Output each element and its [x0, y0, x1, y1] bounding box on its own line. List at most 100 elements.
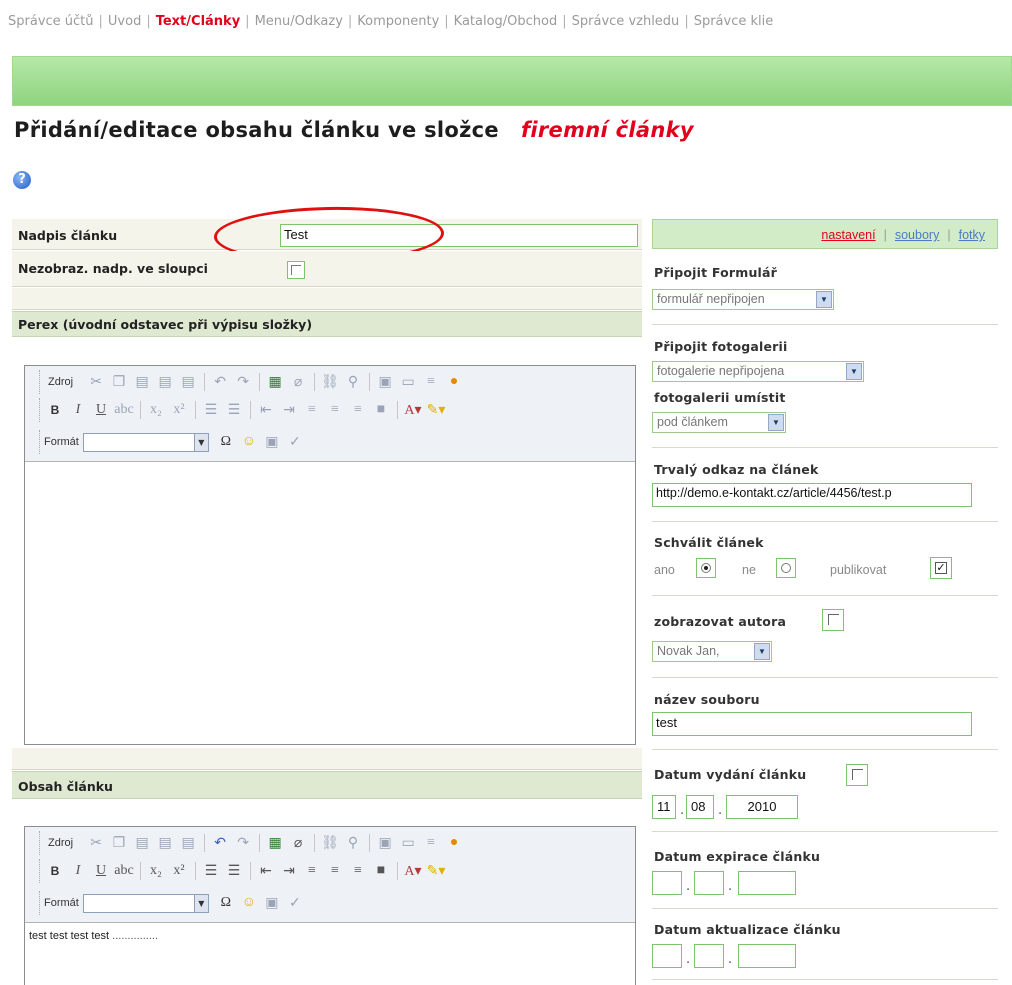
tab-photos[interactable]: fotky	[959, 228, 985, 242]
paste-icon[interactable]: ▤	[131, 833, 153, 853]
publish-checkbox[interactable]: ✓	[930, 557, 952, 579]
undo-icon[interactable]: ↶	[209, 833, 231, 853]
source-button[interactable]: Zdroj	[44, 374, 77, 390]
align-right-icon[interactable]: ≡	[347, 400, 369, 420]
outdent-icon[interactable]: ⇤	[255, 861, 277, 881]
italic-icon[interactable]: I	[67, 400, 89, 420]
bold-icon[interactable]: B	[44, 861, 66, 881]
underline-icon[interactable]: U	[90, 400, 112, 420]
bg-color-icon[interactable]: ✎▾	[425, 861, 447, 881]
align-right-icon[interactable]: ≡	[347, 861, 369, 881]
paste-text-icon[interactable]: ▤	[154, 372, 176, 392]
paste-text-icon[interactable]: ▤	[154, 833, 176, 853]
special-icon[interactable]: ●	[443, 833, 465, 853]
hr-icon[interactable]: ≡	[420, 833, 442, 853]
gallery-select[interactable]: fotogalerie nepřipojena ▼	[652, 361, 864, 382]
special-icon[interactable]: ●	[443, 372, 465, 392]
underline-icon[interactable]: U	[90, 861, 112, 881]
cut-icon[interactable]: ✂	[85, 372, 107, 392]
box-icon[interactable]: ▣	[261, 432, 283, 452]
release-year-input[interactable]: 2010	[726, 795, 798, 819]
table-icon[interactable]: ▦	[264, 833, 286, 853]
tab-settings[interactable]: nastavení	[821, 228, 875, 242]
release-month-input[interactable]: 08	[686, 795, 714, 819]
omega-icon[interactable]: Ω	[215, 893, 237, 913]
check-icon[interactable]: ✓	[284, 432, 306, 452]
table-icon[interactable]: ▦	[264, 372, 286, 392]
paste-word-icon[interactable]: ▤	[177, 372, 199, 392]
hr-icon[interactable]: ≡	[420, 372, 442, 392]
content-editor-body[interactable]: test test test test ...............	[25, 924, 635, 948]
link-icon[interactable]: ⛓	[319, 372, 341, 392]
justify-icon[interactable]: ■	[370, 861, 392, 881]
format-select[interactable]: ▼	[82, 893, 209, 913]
release-date-checkbox[interactable]	[846, 764, 868, 786]
filename-input[interactable]: test	[652, 712, 972, 736]
expire-month-input[interactable]	[694, 871, 724, 895]
source-button[interactable]: Zdroj	[44, 835, 77, 851]
superscript-icon[interactable]: x²	[168, 400, 190, 420]
strike-icon[interactable]: abc	[113, 400, 135, 420]
link-icon[interactable]: ⛓	[319, 833, 341, 853]
smiley-icon[interactable]: ☺	[238, 893, 260, 913]
approve-yes-radio[interactable]	[696, 558, 716, 578]
expire-day-input[interactable]	[652, 871, 682, 895]
update-day-input[interactable]	[652, 944, 682, 968]
smiley-icon[interactable]: ☺	[238, 432, 260, 452]
bullet-list-icon[interactable]: ☰	[223, 400, 245, 420]
superscript-icon[interactable]: x²	[168, 861, 190, 881]
redo-icon[interactable]: ↷	[232, 372, 254, 392]
image-icon[interactable]: ▣	[374, 372, 396, 392]
flash-icon[interactable]: ▭	[397, 833, 419, 853]
undo-icon[interactable]: ↶	[209, 372, 231, 392]
ordered-list-icon[interactable]: ☰	[200, 400, 222, 420]
align-center-icon[interactable]: ≡	[324, 861, 346, 881]
nav-item-articles[interactable]: Text/Články	[156, 14, 240, 29]
nav-item-components[interactable]: Komponenty	[357, 14, 439, 29]
cut-icon[interactable]: ✂	[85, 833, 107, 853]
tab-files[interactable]: soubory	[895, 228, 939, 242]
text-color-icon[interactable]: A▾	[402, 400, 424, 420]
nav-item-home[interactable]: Úvod	[108, 14, 141, 29]
expire-year-input[interactable]	[738, 871, 796, 895]
show-author-checkbox[interactable]	[822, 609, 844, 631]
indent-icon[interactable]: ⇥	[278, 400, 300, 420]
paste-word-icon[interactable]: ▤	[177, 833, 199, 853]
box-icon[interactable]: ▣	[261, 893, 283, 913]
paste-icon[interactable]: ▤	[131, 372, 153, 392]
nav-item-menu[interactable]: Menu/Odkazy	[255, 14, 343, 29]
permalink-input[interactable]: http://demo.e-kontakt.cz/article/4456/te…	[652, 483, 972, 507]
subscript-icon[interactable]: x₂	[145, 400, 167, 420]
format-select[interactable]: ▼	[82, 432, 209, 452]
align-left-icon[interactable]: ≡	[301, 400, 323, 420]
nav-item-theme[interactable]: Správce vzhledu	[572, 14, 680, 29]
omega-icon[interactable]: Ω	[215, 432, 237, 452]
strike-icon[interactable]: abc	[113, 861, 135, 881]
nav-item-accounts[interactable]: Správce účtů	[8, 14, 94, 29]
check-icon[interactable]: ✓	[284, 893, 306, 913]
bold-icon[interactable]: B	[44, 400, 66, 420]
copy-icon[interactable]: ❐	[108, 833, 130, 853]
eraser-icon[interactable]: ⌀	[287, 372, 309, 392]
release-day-input[interactable]: 11	[652, 795, 676, 819]
copy-icon[interactable]: ❐	[108, 372, 130, 392]
text-color-icon[interactable]: A▾	[402, 861, 424, 881]
hide-title-checkbox[interactable]	[287, 261, 305, 279]
update-month-input[interactable]	[694, 944, 724, 968]
nav-item-clients[interactable]: Správce klie	[694, 14, 774, 29]
approve-no-radio[interactable]	[776, 558, 796, 578]
redo-icon[interactable]: ↷	[232, 833, 254, 853]
bullet-list-icon[interactable]: ☰	[223, 861, 245, 881]
italic-icon[interactable]: I	[67, 861, 89, 881]
update-year-input[interactable]	[738, 944, 796, 968]
ordered-list-icon[interactable]: ☰	[200, 861, 222, 881]
justify-icon[interactable]: ■	[370, 400, 392, 420]
bg-color-icon[interactable]: ✎▾	[425, 400, 447, 420]
unlink-icon[interactable]: ⚲	[342, 372, 364, 392]
flash-icon[interactable]: ▭	[397, 372, 419, 392]
nav-item-catalog[interactable]: Katalog/Obchod	[454, 14, 558, 29]
author-select[interactable]: Novak Jan, ▼	[652, 641, 772, 662]
gallery-position-select[interactable]: pod článkem ▼	[652, 412, 786, 433]
align-center-icon[interactable]: ≡	[324, 400, 346, 420]
align-left-icon[interactable]: ≡	[301, 861, 323, 881]
